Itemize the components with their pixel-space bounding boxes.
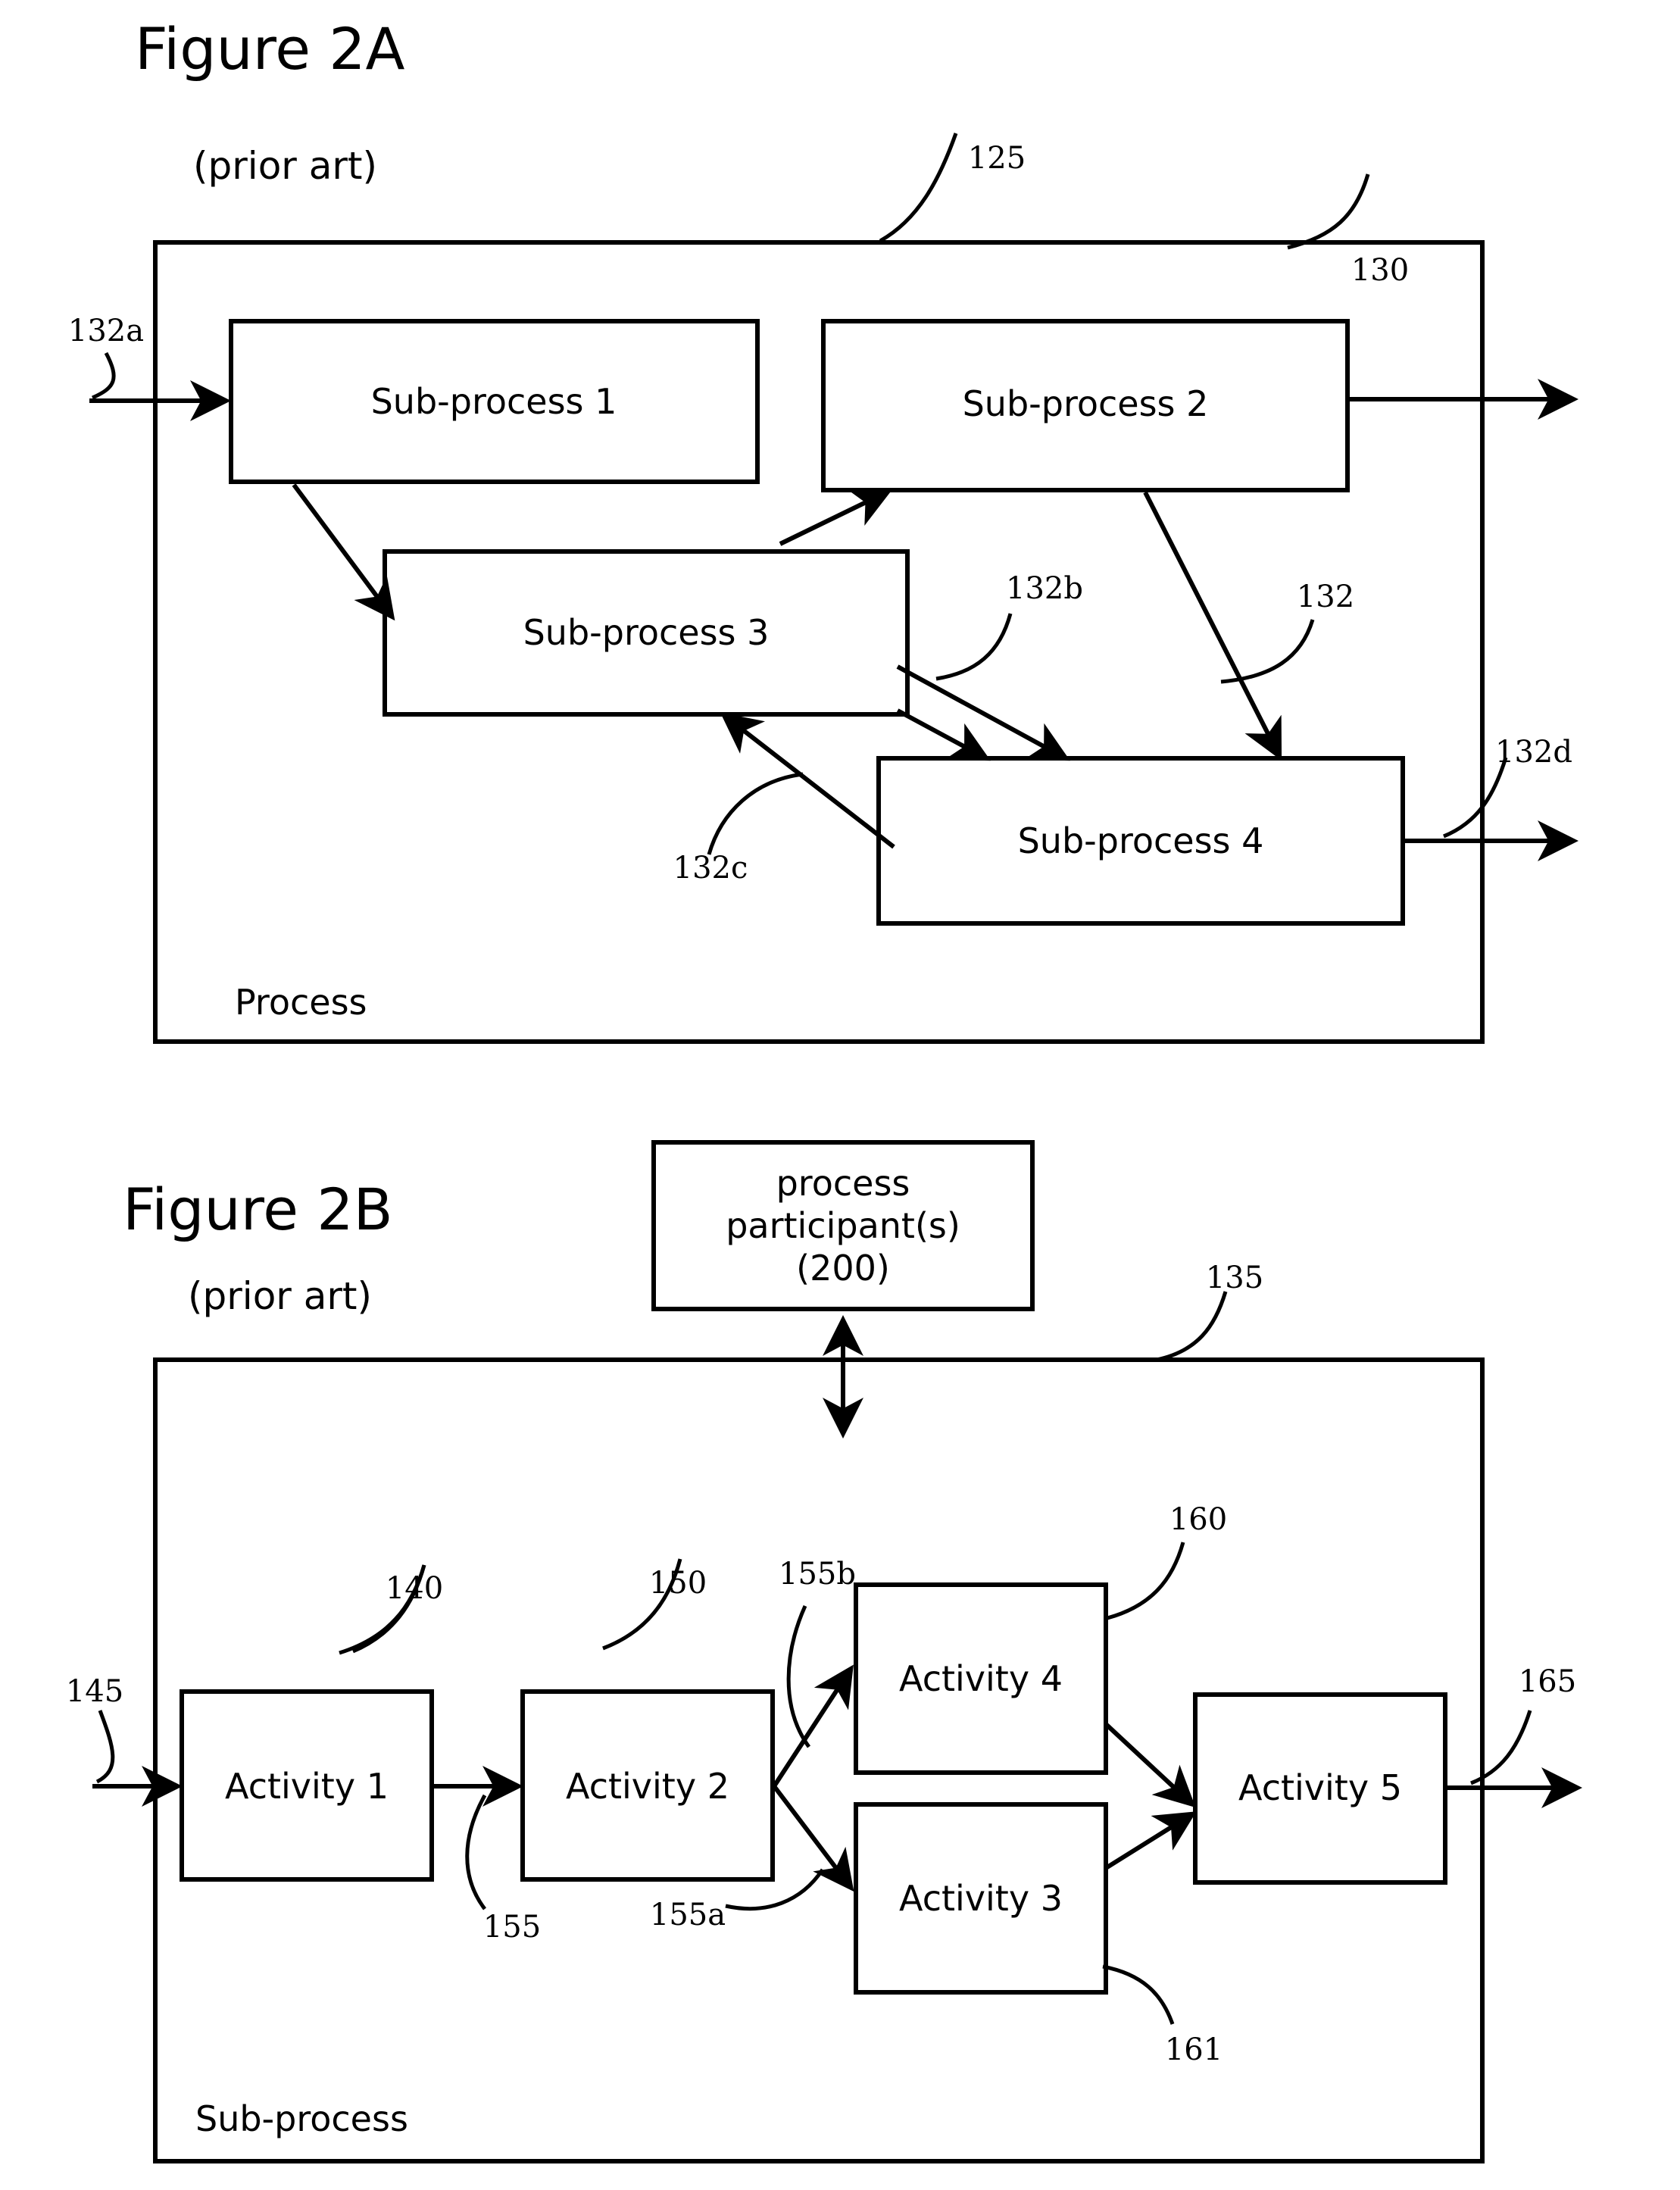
ref-155b: 155b — [779, 1557, 856, 1592]
label-sub-process-3: Sub-process 3 — [523, 612, 770, 653]
label-activity-3: Activity 3 — [899, 1878, 1063, 1919]
ref-140: 140 — [385, 1571, 444, 1606]
participants-line-2: participant(s) — [726, 1204, 960, 1246]
ref-132c: 132c — [673, 851, 748, 886]
ref-165: 165 — [1518, 1664, 1577, 1699]
ref-160: 160 — [1169, 1502, 1228, 1537]
participants-line-1: process — [776, 1162, 910, 1204]
page-title-figure-2b: Figure 2B — [123, 1176, 393, 1243]
ref-161: 161 — [1164, 2032, 1223, 2067]
flow-sp1-to-sp3 — [292, 483, 395, 621]
subprocess-container-2b — [153, 1357, 1485, 2163]
leader-125 — [879, 133, 958, 243]
ref-125: 125 — [967, 141, 1026, 176]
leader-130 — [1287, 173, 1370, 250]
label-activity-4: Activity 4 — [899, 1658, 1063, 1699]
leader-155b — [786, 1604, 811, 1748]
participants-line-3: (200) — [796, 1248, 890, 1289]
flow-sp3-to-sp4-b — [896, 708, 991, 761]
diagram-canvas — [89, 133, 1582, 2163]
leader-135 — [1156, 1291, 1228, 1362]
subtitle-figure-2b: (prior art) — [188, 1274, 373, 1318]
leader-132b — [935, 613, 1013, 681]
leader-161 — [1102, 1964, 1175, 2025]
label-sub-process-4: Sub-process 4 — [1017, 820, 1264, 861]
leader-155 — [465, 1794, 487, 1910]
leader-165 — [1470, 1710, 1532, 1785]
label-activity-2: Activity 2 — [566, 1766, 729, 1807]
page-title-figure-2a: Figure 2A — [135, 15, 405, 83]
label-activity-1: Activity 1 — [225, 1766, 389, 1807]
flow-a3-to-a5 — [1104, 1811, 1197, 1870]
ref-155: 155 — [482, 1910, 542, 1945]
flow-132b — [896, 664, 1070, 761]
flow-155b — [772, 1664, 854, 1788]
leader-132a — [92, 351, 116, 400]
ref-135: 135 — [1205, 1261, 1264, 1295]
ref-132: 132 — [1296, 580, 1355, 614]
container-label-process: Process — [235, 982, 367, 1023]
leader-145 — [95, 1710, 115, 1784]
ref-132a: 132a — [67, 314, 145, 348]
ref-130: 130 — [1351, 253, 1410, 288]
leader-132c — [707, 772, 804, 855]
label-sub-process-1: Sub-process 1 — [370, 381, 617, 422]
flow-155a — [772, 1785, 854, 1892]
ref-132d: 132d — [1495, 735, 1572, 770]
ref-155a: 155a — [649, 1898, 726, 1932]
flow-sp3-to-sp2 — [779, 489, 893, 546]
label-process-participants: process participant(s) (200) — [726, 1162, 960, 1289]
container-label-sub-process: Sub-process — [195, 2098, 408, 2139]
flow-a4-to-a5 — [1104, 1722, 1196, 1808]
patent-figure-sheet: Figure 2A (prior art) Sub-process 1 Sub-… — [0, 0, 1680, 2190]
ref-150: 150 — [648, 1566, 707, 1601]
flow-132 — [1143, 491, 1282, 761]
ref-145: 145 — [65, 1674, 124, 1709]
leader-160 — [1107, 1542, 1185, 1620]
label-sub-process-2: Sub-process 2 — [962, 383, 1209, 424]
label-activity-5: Activity 5 — [1238, 1767, 1402, 1808]
subtitle-figure-2a: (prior art) — [193, 144, 378, 188]
flow-132c — [720, 712, 895, 849]
ref-132b: 132b — [1006, 571, 1083, 606]
